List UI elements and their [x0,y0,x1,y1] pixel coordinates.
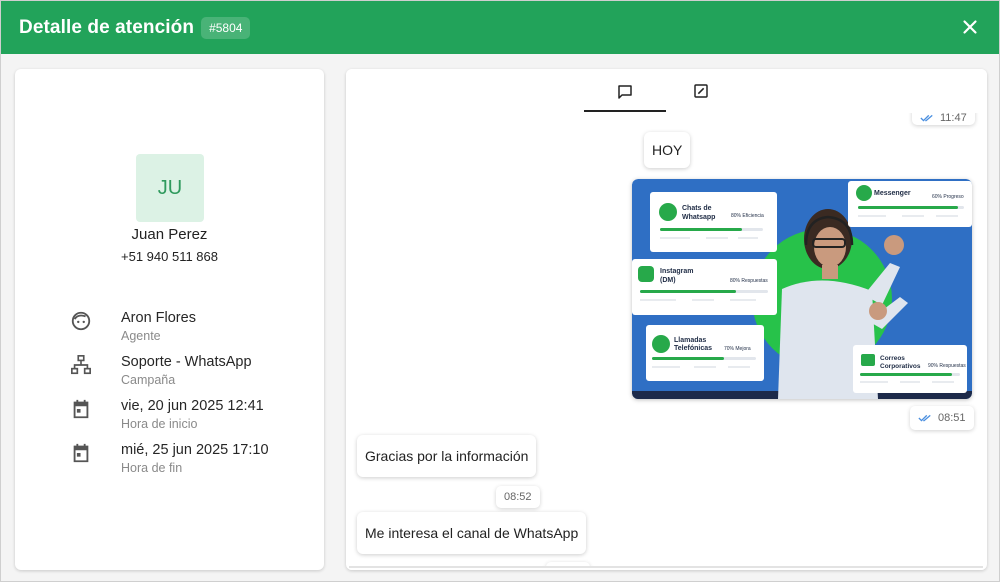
svg-text:Instagram: Instagram [660,268,693,275]
start-time-label: Hora de inicio [121,417,198,431]
message-time: 08:51 [938,412,966,424]
message-time-chip: 11:47 [912,113,975,125]
day-divider: HOY [644,132,691,168]
svg-text:60% Progreso: 60% Progreso [932,194,964,200]
read-ticks-icon [918,414,931,422]
message-time: 11:47 [940,113,967,124]
whatsapp-card: Chats de Whatsapp 80% Eficiencia [650,192,777,252]
whatsapp-card-title: Chats de [682,205,712,212]
calendar-icon [73,443,89,463]
messenger-card: Messenger 60% Progreso [848,181,972,227]
avatar: JU [136,154,204,222]
whatsapp-card-stat: 80% Eficiencia [731,213,764,219]
contact-name: Juan Perez [131,226,208,243]
attention-detail-dialog: Detalle de atención #5804 JU Juan Perez … [0,0,1000,582]
contact-phone: +51 940 511 868 [121,249,218,264]
incoming-message: Me interesa el canal de WhatsApp [357,512,587,554]
svg-text:70% Mejora: 70% Mejora [724,346,751,352]
start-time-value: vie, 20 jun 2025 12:41 [121,398,264,414]
promo-image: Chats de Whatsapp 80% Eficiencia Messeng… [632,179,972,399]
contact-card: JU Juan Perez +51 940 511 868 Aron Flore… [15,69,324,570]
messages-bottom-edge [346,566,987,570]
agent-label: Agente [121,329,161,343]
campaign-value: Soporte - WhatsApp [121,354,252,370]
svg-text:Telefónicas: Telefónicas [674,345,712,352]
svg-text:Llamadas: Llamadas [674,337,706,344]
email-card: Correos Corporativos 90% Respuestas [853,345,967,393]
agent-value: Aron Flores [121,310,196,326]
read-ticks-icon [920,114,933,122]
tab-notes[interactable] [660,79,742,112]
end-time-label: Hora de fin [121,461,183,475]
svg-text:Correos: Correos [880,355,905,362]
svg-text:(DM): (DM) [660,277,676,284]
svg-text:Whatsapp: Whatsapp [682,214,715,221]
note-edit-icon [694,84,708,98]
campaign-icon [71,355,91,375]
messages-area[interactable]: 11:47 HOY Chats de Whatsapp 80% Eficienc… [346,113,987,566]
close-icon[interactable] [959,16,981,38]
end-time-value: mié, 25 jun 2025 17:10 [121,442,269,458]
tab-chat[interactable] [584,79,666,112]
instagram-card: Instagram (DM) 80% Respuestas [632,259,777,315]
svg-text:Messenger: Messenger [874,190,911,197]
chat-panel: 11:47 HOY Chats de Whatsapp 80% Eficienc… [346,69,987,570]
svg-text:80% Respuestas: 80% Respuestas [730,278,768,284]
calendar-icon [73,399,89,419]
dialog-header: Detalle de atención #5804 [1,1,999,54]
incoming-message: Gracias por la información [357,435,537,477]
campaign-label: Campaña [121,373,176,387]
message-time-chip: 08:51 [910,406,974,430]
agent-icon [71,311,91,331]
image-message[interactable]: Chats de Whatsapp 80% Eficiencia Messeng… [632,179,972,399]
chat-tabs [346,69,987,113]
svg-text:90% Respuestas: 90% Respuestas [928,363,966,369]
svg-text:Corporativos: Corporativos [880,363,921,370]
message-time-chip: 08:52 [496,486,540,508]
chat-icon [618,85,632,99]
divider [349,566,983,568]
ticket-id-badge: #5804 [201,16,251,39]
dialog-title: Detalle de atención [19,16,195,38]
calls-card: Llamadas Telefónicas 70% Mejora [646,325,764,381]
